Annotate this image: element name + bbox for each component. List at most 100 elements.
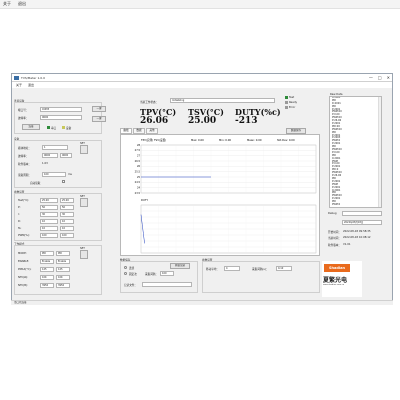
param-set-field[interactable]: 50 xyxy=(60,205,74,210)
chart1-ytick-label: 25.5 xyxy=(135,171,141,174)
chart-header-std: Std.Dev: 0.00 xyxy=(277,138,295,142)
continuous-radio[interactable] xyxy=(124,266,127,269)
top-menubar: 关于 退出 xyxy=(0,0,400,9)
chart1-ytick-label: 27.5 xyxy=(135,149,141,152)
param-value-field[interactable]: 10 xyxy=(40,219,58,224)
datetime-field[interactable]: 2022年08月18日 xyxy=(342,220,382,225)
param-set-field[interactable]: 10 xyxy=(60,219,74,224)
sw-ver-value: V1.01 xyxy=(343,243,351,246)
interval-label: 采集间隔： xyxy=(145,273,158,276)
open-time-value: 2022-08-18 09:58:35 xyxy=(343,230,371,233)
chart-panel: TPV(实测) TSV(设置) Max: 0.00 Min: 0.00 Mean… xyxy=(120,134,320,256)
debug-label: Debug xyxy=(328,212,337,215)
baud-select[interactable]: 9600 xyxy=(40,115,82,120)
param-set-field[interactable]: 100 xyxy=(60,233,74,238)
continuous-label: 连续 xyxy=(129,267,135,270)
current-time-label: 当前时间： xyxy=(328,237,341,240)
close-icon[interactable]: ✕ xyxy=(387,75,390,80)
mode-select[interactable]: PID xyxy=(56,251,70,256)
params-set-button[interactable] xyxy=(80,198,88,207)
param-set-field[interactable]: 30 xyxy=(60,212,74,217)
interval-field[interactable]: 100 xyxy=(160,271,174,276)
window-title: TVS/Meter 1.0.0 xyxy=(21,75,46,80)
mode-set-button[interactable] xyxy=(80,250,88,259)
chart1-ytick-label: 28 xyxy=(137,144,141,147)
title-bar: TVS/Meter 1.0.0 — □ ✕ xyxy=(12,74,392,82)
window-controls: — □ ✕ xyxy=(369,75,390,80)
sample-field[interactable]: 0.10 xyxy=(276,266,292,271)
chart-svg: TPV(实测) TSV(设置) Max: 0.00 Min: 0.00 Mean… xyxy=(135,138,317,254)
param-label: I: xyxy=(18,213,20,216)
top-button-2[interactable]: 一键 xyxy=(92,116,106,122)
addr-field[interactable]: 1 xyxy=(42,145,68,150)
top-button-1[interactable]: 一键 xyxy=(92,106,106,112)
param-value-field[interactable]: 30 xyxy=(40,212,58,217)
param-settings-group xyxy=(202,261,320,293)
rate-field[interactable]: 9600 xyxy=(42,153,58,158)
rate-label: 波特率： xyxy=(18,155,29,158)
tsv-value: 25.00 xyxy=(188,116,217,126)
file-field[interactable] xyxy=(142,282,192,287)
status-test-label: Test xyxy=(289,96,295,99)
chart1-ytick-label: 25 xyxy=(137,176,141,179)
chart1-ytick-label: 24.5 xyxy=(135,181,141,184)
app-menu-about[interactable]: 关于 xyxy=(16,83,22,87)
addr-label: 模块地址： xyxy=(18,147,31,150)
fixed-radio[interactable] xyxy=(124,272,127,275)
param-set-field[interactable]: 25.00 xyxy=(60,198,74,203)
param-value-field[interactable]: 50 xyxy=(40,205,58,210)
minimize-icon[interactable]: — xyxy=(369,75,373,80)
chart1-ytick-label: 26 xyxy=(137,165,141,168)
maximize-icon[interactable]: □ xyxy=(378,75,382,80)
fixed-label: 固定次 xyxy=(129,273,137,276)
work-state-label: 当前工作状态： xyxy=(140,101,159,104)
brand-url: www.shadian.com.cn xyxy=(323,284,345,286)
record-button[interactable]: 开始记录 xyxy=(170,263,190,269)
mode-value-field[interactable]: Enable xyxy=(40,259,54,264)
list-item: PWM:0 xyxy=(332,202,341,206)
device-label: 设备 xyxy=(66,127,72,130)
param-label: Ts: xyxy=(18,227,22,230)
ver-label: 软件版本： xyxy=(18,163,31,166)
chart-header-min: Min: 0.00 xyxy=(219,138,231,142)
raw-data-list[interactable]: 0:2001 PID D:2001 PID P:2001 PWM:00 P:0.00 PWM:… xyxy=(329,96,382,208)
mode-select[interactable]: 3950 xyxy=(56,283,70,288)
param-value-field[interactable]: 25.00 xyxy=(40,198,58,203)
connect-button[interactable]: 连接 xyxy=(22,124,40,130)
chart-header-mean: Mean: 0.00 xyxy=(247,138,262,142)
status-ready-label: Ready xyxy=(289,101,298,104)
status-ready-led-icon xyxy=(285,101,288,104)
rate-select[interactable]: 9600 xyxy=(60,153,72,158)
app-menu-exit[interactable]: 退出 xyxy=(28,83,34,87)
device-set-button[interactable] xyxy=(80,145,88,154)
mode-select[interactable]: 10K xyxy=(56,275,70,280)
mode-value-field[interactable]: 10K xyxy=(40,275,54,280)
status-bar: 串口已连接 xyxy=(11,300,393,305)
open-time-label: 开始时间： xyxy=(328,231,341,234)
param-value-field[interactable]: 100 xyxy=(40,233,58,238)
param-set-field[interactable]: 10 xyxy=(60,226,74,231)
mode-value-field[interactable]: 3950 xyxy=(40,283,54,288)
param-value-field[interactable]: 10 xyxy=(40,226,58,231)
mode-label: PMAX(°C): xyxy=(18,268,32,271)
serial-label: 串口 xyxy=(51,127,57,130)
work-state-field: Initializing xyxy=(170,98,275,103)
param-label: Tset(°C): xyxy=(18,199,30,202)
status-error-label: Error xyxy=(289,106,296,109)
read-field[interactable]: 100 xyxy=(42,172,66,177)
menu-about[interactable]: 关于 xyxy=(3,1,11,7)
mode-select[interactable]: 125 xyxy=(56,267,70,272)
mode-value-field[interactable]: 125 xyxy=(40,267,54,272)
chart1-ytick-label: 23.5 xyxy=(135,192,141,195)
menu-exit[interactable]: 退出 xyxy=(18,1,26,7)
mode-value-field[interactable]: PID xyxy=(40,251,54,256)
chart-header-title: TPV(实测) TSV(设置) xyxy=(141,138,166,142)
auto-read-checkbox[interactable] xyxy=(62,180,65,183)
avg-field[interactable]: 4 xyxy=(224,266,240,271)
brand-logo: Shadian 夏繁光电 www.shadian.com.cn xyxy=(322,261,362,297)
port-select[interactable]: COM3 xyxy=(40,107,82,112)
mode-select[interactable]: Enable xyxy=(56,259,70,264)
list-scrollbar[interactable] xyxy=(378,97,381,207)
debug-field[interactable] xyxy=(342,211,382,216)
param-label: D: xyxy=(18,220,21,223)
